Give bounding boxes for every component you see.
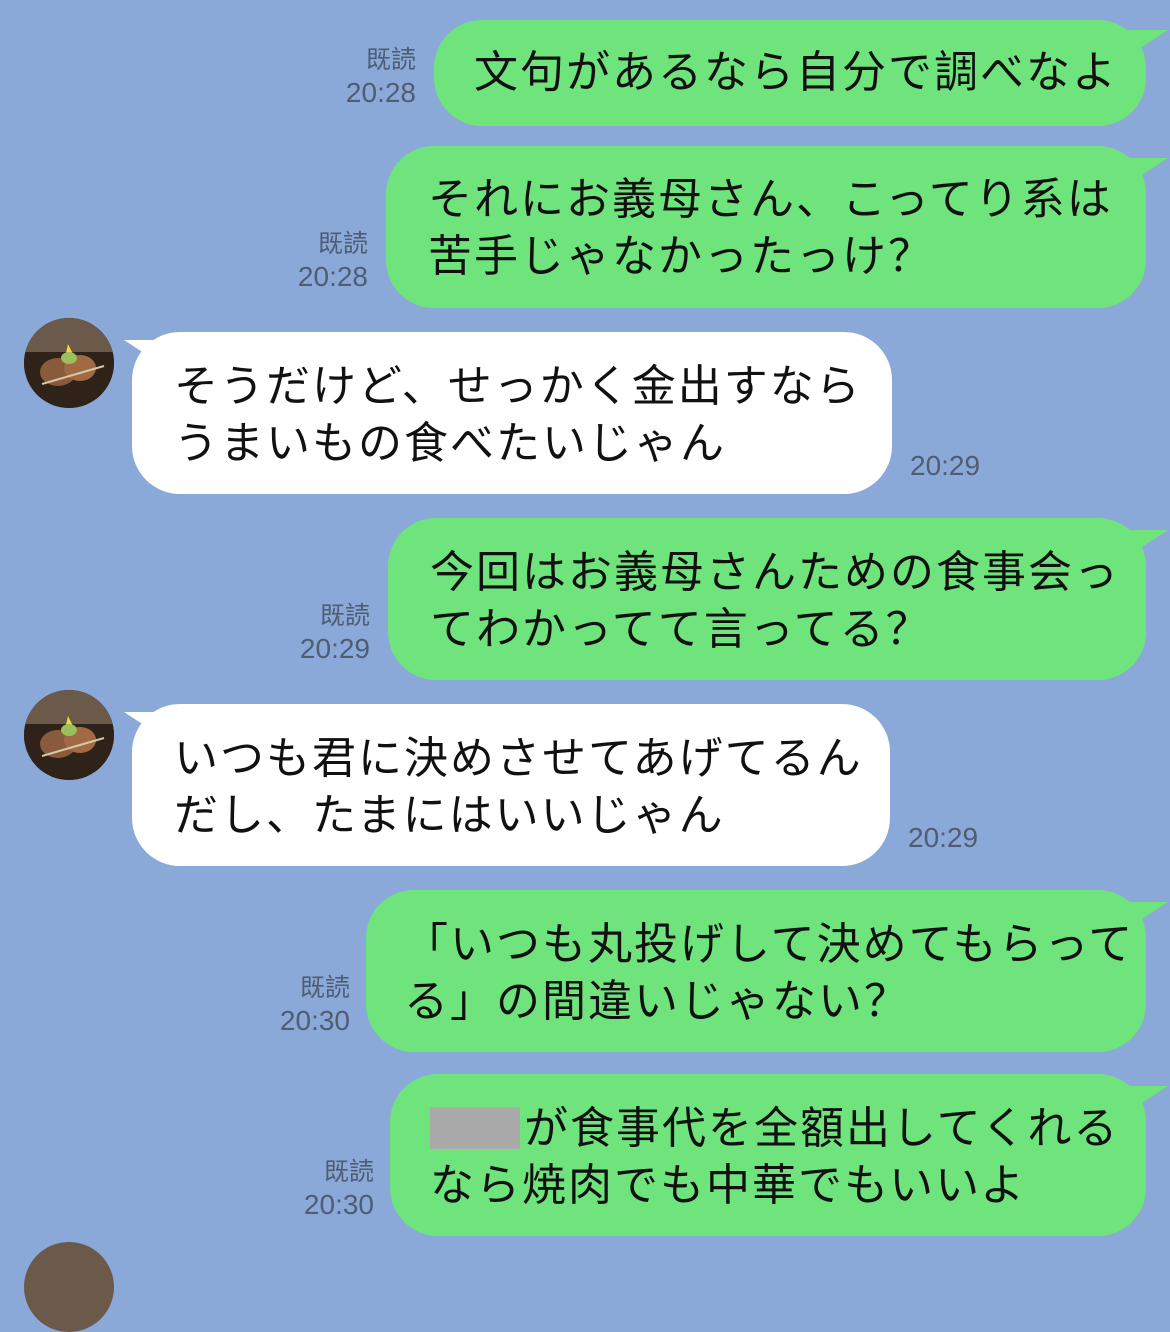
bubble-tail bbox=[1128, 530, 1168, 556]
message-text: が食事代を全額出してくれる bbox=[524, 1103, 1120, 1154]
bubble-tail bbox=[1128, 1086, 1168, 1112]
message-text: だし、たまにはいいじゃん bbox=[174, 790, 725, 841]
message-text: そうだけど、せっかく金出すなら bbox=[174, 361, 862, 412]
timestamp: 20:29 bbox=[910, 450, 981, 481]
message-text: いつも君に決めさせてあげてるん bbox=[174, 733, 863, 784]
message-text: なら焼肉でも中華でもいいよ bbox=[430, 1160, 1027, 1211]
received-message-bubble[interactable]: そうだけど、せっかく金出すなら うまいもの食べたいじゃん bbox=[132, 332, 892, 494]
bubble-tail bbox=[124, 712, 164, 738]
message-line: が食事代を全額出してくれる bbox=[430, 1100, 1146, 1157]
message-text: それにお義母さん、こってり系は bbox=[428, 174, 1113, 225]
contact-avatar-icon[interactable] bbox=[24, 690, 114, 780]
message-text: 苦手じゃなかったっけ？ bbox=[428, 231, 934, 282]
timestamp: 20:29 bbox=[299, 633, 370, 664]
food-skewer-icon bbox=[24, 690, 114, 780]
timestamp: 20:29 bbox=[908, 822, 979, 853]
message-meta: 既読 20:29 bbox=[254, 600, 370, 666]
read-receipt: 既読 bbox=[299, 974, 350, 1002]
message-text: てわかってて言ってる？ bbox=[430, 604, 932, 655]
message-meta: 既読 20:28 bbox=[300, 44, 416, 110]
message-text: 文句があるなら自分で調べなよ bbox=[474, 47, 1118, 98]
sent-message-bubble[interactable]: 今回はお義母さんための食事会っ てわかってて言ってる？ bbox=[388, 518, 1146, 680]
bubble-tail bbox=[1128, 902, 1168, 928]
message-text: うまいもの食べたいじゃん bbox=[174, 418, 726, 469]
food-skewer-icon bbox=[24, 318, 114, 408]
sent-message-bubble[interactable]: 「いつも丸投げして決めてもらって る」の間違いじゃない？ bbox=[366, 890, 1146, 1052]
bubble-tail bbox=[124, 340, 164, 366]
received-message-bubble[interactable]: いつも君に決めさせてあげてるん だし、たまにはいいじゃん bbox=[132, 704, 890, 866]
contact-avatar-icon[interactable] bbox=[24, 318, 114, 408]
redacted-name-block bbox=[430, 1107, 520, 1149]
bubble-tail bbox=[1128, 30, 1168, 56]
read-receipt: 既読 bbox=[323, 1158, 374, 1186]
bubble-tail bbox=[1128, 158, 1168, 184]
sent-message-bubble[interactable]: それにお義母さん、こってり系は 苦手じゃなかったっけ？ bbox=[386, 146, 1146, 308]
timestamp: 20:30 bbox=[279, 1005, 350, 1036]
message-meta: 既読 20:30 bbox=[256, 1156, 374, 1222]
sent-message-bubble[interactable]: が食事代を全額出してくれる なら焼肉でも中華でもいいよ bbox=[390, 1074, 1146, 1236]
timestamp: 20:28 bbox=[297, 261, 368, 292]
message-text: 「いつも丸投げして決めてもらって bbox=[404, 919, 1135, 970]
timestamp: 20:30 bbox=[303, 1189, 374, 1220]
message-meta: 既読 20:28 bbox=[250, 228, 368, 294]
timestamp: 20:28 bbox=[345, 77, 416, 108]
message-text: る」の間違いじゃない？ bbox=[404, 976, 910, 1027]
message-text: 今回はお義母さんための食事会っ bbox=[430, 547, 1120, 598]
read-receipt: 既読 bbox=[319, 602, 370, 630]
read-receipt: 既読 bbox=[365, 46, 416, 74]
contact-avatar-icon[interactable] bbox=[24, 1242, 114, 1332]
message-meta: 既読 20:30 bbox=[232, 972, 350, 1038]
sent-message-bubble[interactable]: 文句があるなら自分で調べなよ bbox=[434, 20, 1146, 126]
read-receipt: 既読 bbox=[317, 230, 368, 258]
